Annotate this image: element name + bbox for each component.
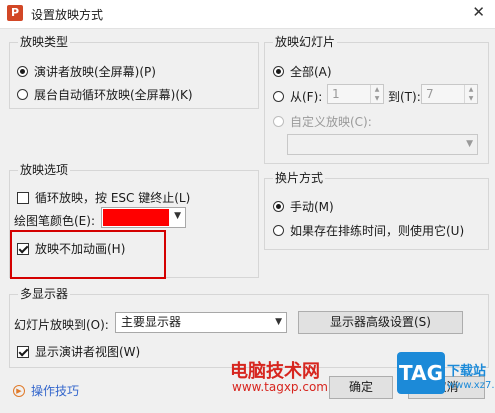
show-type-presenter-option[interactable]: 演讲者放映(全屏幕)(P) xyxy=(17,63,156,80)
manual-radio[interactable] xyxy=(273,201,284,212)
close-button[interactable]: ✕ xyxy=(472,3,485,21)
loop-checkbox[interactable] xyxy=(17,191,29,204)
all-slides-label: 全部(A) xyxy=(290,65,332,79)
dialog-title: 设置放映方式 xyxy=(31,8,104,22)
from-radio[interactable] xyxy=(273,91,284,102)
monitor-value: 主要显示器 xyxy=(121,315,182,329)
show-slides-legend: 放映幻灯片 xyxy=(273,35,338,49)
kiosk-radio[interactable] xyxy=(17,89,28,100)
to-value: 7 xyxy=(426,87,434,101)
show-options-legend: 放映选项 xyxy=(18,163,71,177)
chevron-down-icon: ▼ xyxy=(275,317,282,327)
timing-radio[interactable] xyxy=(273,225,284,236)
watermark-site-url: www.xz7.com xyxy=(447,380,495,391)
chevron-down-icon: ▼ xyxy=(466,139,473,149)
presenter-view-option[interactable]: 显示演讲者视图(W) xyxy=(17,343,140,360)
play-help-icon: ▶ xyxy=(13,384,25,397)
presenter-radio[interactable] xyxy=(17,66,28,77)
all-slides-radio[interactable] xyxy=(273,66,284,77)
advance-legend: 换片方式 xyxy=(273,171,326,185)
timing-label: 如果存在排练时间，则使用它(U) xyxy=(290,224,465,238)
custom-show-label: 自定义放映(C): xyxy=(290,115,372,129)
to-label-row: 到(T): xyxy=(388,88,421,105)
slides-from-option[interactable]: 从(F): xyxy=(273,88,322,105)
multi-monitor-legend: 多显示器 xyxy=(18,287,71,301)
to-label: 到(T): xyxy=(388,90,421,104)
watermark-url: www.tagxp.com xyxy=(232,380,328,394)
slides-all-option[interactable]: 全部(A) xyxy=(273,63,332,80)
show-type-legend: 放映类型 xyxy=(18,35,71,49)
chevron-down-icon: ▼ xyxy=(174,211,181,221)
custom-show-radio[interactable] xyxy=(273,116,284,127)
highlight-box xyxy=(10,230,166,279)
tips-link-row[interactable]: ▶ 操作技巧 xyxy=(13,382,79,399)
pen-color-row: 绘图笔颜色(E): xyxy=(14,212,95,229)
from-spinner-arrows-icon[interactable]: ▲ ▼ xyxy=(370,85,383,103)
loop-option[interactable]: 循环放映，按 ESC 键终止(L) xyxy=(17,189,190,206)
to-spinner-arrows-icon[interactable]: ▲ ▼ xyxy=(464,85,477,103)
advance-manual-option[interactable]: 手动(M) xyxy=(273,198,334,215)
advance-timing-option[interactable]: 如果存在排练时间，则使用它(U) xyxy=(273,222,464,239)
monitor-advanced-button[interactable]: 显示器高级设置(S) xyxy=(298,311,463,334)
presenter-view-label: 显示演讲者视图(W) xyxy=(35,345,141,359)
show-on-row: 幻灯片放映到(O): xyxy=(14,316,109,333)
title-bar: P 设置放映方式 ✕ xyxy=(0,0,495,29)
show-type-kiosk-option[interactable]: 展台自动循环放映(全屏幕)(K) xyxy=(17,86,193,103)
show-on-label: 幻灯片放映到(O): xyxy=(14,318,109,332)
loop-label: 循环放映，按 ESC 键终止(L) xyxy=(35,191,191,205)
from-value: 1 xyxy=(332,87,340,101)
powerpoint-app-icon: P xyxy=(7,5,23,21)
to-spinner[interactable]: 7 ▲ ▼ xyxy=(421,84,478,104)
manual-label: 手动(M) xyxy=(290,200,334,214)
ok-button[interactable]: 确定 xyxy=(329,376,393,399)
tips-link[interactable]: 操作技巧 xyxy=(31,382,79,399)
from-spinner[interactable]: 1 ▲ ▼ xyxy=(327,84,384,104)
watermark-site-name: 下载站 xyxy=(447,364,487,379)
pen-color-picker[interactable]: ▼ xyxy=(101,207,186,228)
slides-custom-option[interactable]: 自定义放映(C): xyxy=(273,113,372,130)
monitor-select[interactable]: 主要显示器 ▼ xyxy=(115,312,287,333)
presenter-label: 演讲者放映(全屏幕)(P) xyxy=(34,65,156,79)
pen-color-label: 绘图笔颜色(E): xyxy=(14,214,95,228)
pen-color-swatch xyxy=(103,209,169,226)
tag-logo: TAG xyxy=(397,352,445,394)
from-label: 从(F): xyxy=(290,90,323,104)
presenter-view-checkbox[interactable] xyxy=(17,345,29,358)
custom-show-select[interactable]: ▼ xyxy=(287,134,478,155)
kiosk-label: 展台自动循环放映(全屏幕)(K) xyxy=(34,88,193,102)
